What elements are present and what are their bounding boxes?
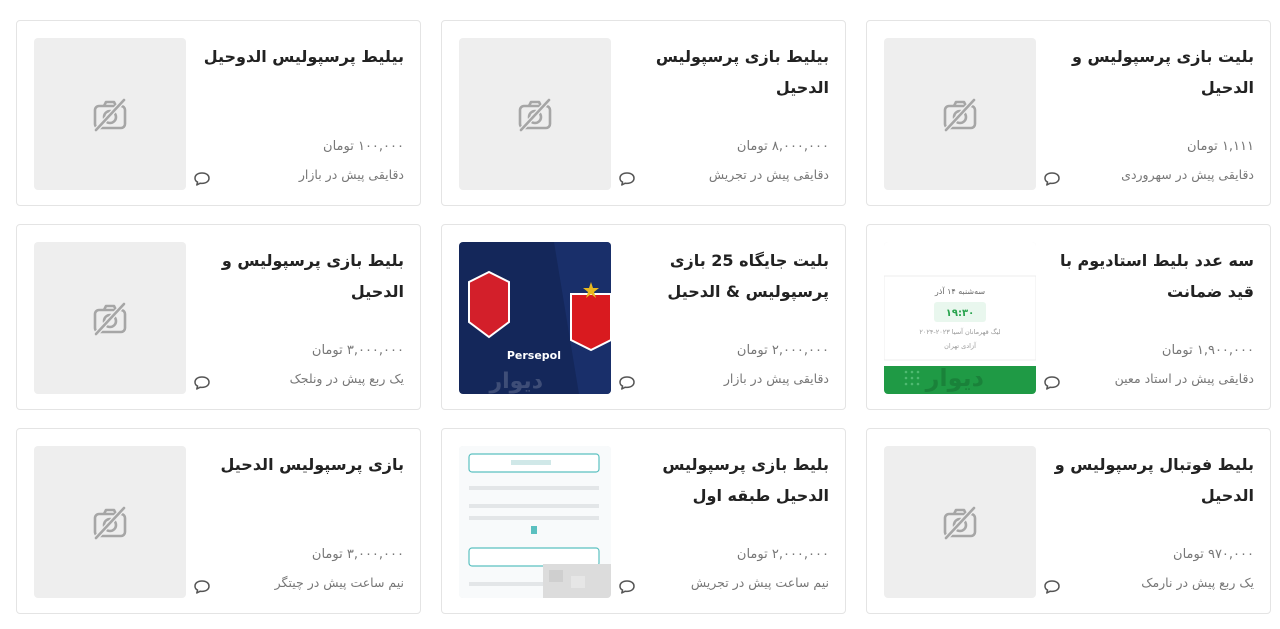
listing-thumbnail[interactable]: سه‌شنبه ۱۴ آذر ۱۹:۳۰ لیگ قهرمانان آسیا ۲۰۲…	[884, 242, 1036, 394]
listing-meta: دقایقی پیش در استاد معین	[1114, 371, 1254, 386]
listing-thumbnail[interactable]	[34, 38, 186, 190]
listing-meta: نیم ساعت پیش در تجریش	[690, 575, 829, 590]
teams-image: l DuhailPersepolدیوار	[459, 242, 611, 394]
ticket-time: ۱۹:۳۰	[946, 308, 974, 319]
listing-title[interactable]: بیلیط پرسپولیس الدوحیل	[194, 41, 404, 72]
form-screenshot-image	[459, 446, 611, 598]
watermark-text: دیوار	[488, 369, 543, 394]
listing-title[interactable]: بازی پرسپولیس الدحیل	[194, 449, 404, 480]
team-right-label: Persepol	[507, 349, 561, 362]
watermark-text: دیوار	[925, 364, 984, 392]
listing-title[interactable]: بلیط بازی پرسپولیس الدحیل طبقه اول	[619, 449, 829, 511]
listing-meta: دقایقی پیش در تجریش	[708, 167, 829, 182]
listing-title[interactable]: بلیط بازی پرسپولیس و الدحیل	[194, 245, 404, 307]
listing-meta: نیم ساعت پیش در چیتگر	[274, 575, 404, 590]
listing-title[interactable]: بلیط فوتبال پرسپولیس و الدحیل	[1044, 449, 1254, 511]
ticket-league: لیگ قهرمانان آسیا ۲۰۲۳-۲۰۲۴	[919, 327, 1000, 336]
listing-card-1[interactable]: بلیت بازی پرسپولیس و الدحیل ۱,۱۱۱ تومان …	[866, 20, 1271, 206]
listing-price: ۳,۰۰۰,۰۰۰ تومان	[311, 343, 404, 358]
listing-meta: دقایقی پیش در بازار	[723, 371, 829, 386]
listing-price: ۹۷۰,۰۰۰ تومان	[1173, 547, 1254, 562]
listing-title[interactable]: بلیت بازی پرسپولیس و الدحیل	[1044, 41, 1254, 103]
no-image-icon	[93, 302, 127, 336]
listing-meta: دقایقی پیش در سهروردی	[1121, 167, 1254, 182]
listing-card-7[interactable]: بلیط فوتبال پرسپولیس و الدحیل ۹۷۰,۰۰۰ تو…	[866, 428, 1271, 614]
listing-card-8[interactable]: بلیط بازی پرسپولیس الدحیل طبقه اول ۲,۰۰۰…	[441, 428, 846, 614]
listing-price: ۸,۰۰۰,۰۰۰ تومان	[736, 139, 829, 154]
listing-price: ۲,۰۰۰,۰۰۰ تومان	[736, 343, 829, 358]
listing-thumbnail[interactable]	[34, 242, 186, 394]
listing-thumbnail[interactable]	[459, 38, 611, 190]
listing-card-9[interactable]: بازی پرسپولیس الدحیل ۳,۰۰۰,۰۰۰ تومان نیم…	[16, 428, 421, 614]
chat-bubble-icon[interactable]	[618, 375, 636, 391]
listing-grid: بلیت بازی پرسپولیس و الدحیل ۱,۱۱۱ تومان …	[14, 20, 1271, 614]
no-image-icon	[943, 506, 977, 540]
listing-price: ۳,۰۰۰,۰۰۰ تومان	[311, 547, 404, 562]
listing-thumbnail[interactable]: l DuhailPersepolدیوار	[459, 242, 611, 394]
listing-price: ۱,۹۰۰,۰۰۰ تومان	[1161, 343, 1254, 358]
listing-title[interactable]: بلیت جایگاه 25 بازی پرسپولیس & الدحیل	[619, 245, 829, 307]
listing-price: ۱۰۰,۰۰۰ تومان	[323, 139, 404, 154]
chat-bubble-icon[interactable]	[1043, 579, 1061, 595]
no-image-icon	[93, 98, 127, 132]
ticket-day: سه‌شنبه ۱۴ آذر	[934, 286, 985, 296]
listing-meta: یک ربع پیش در نارمک	[1141, 575, 1254, 590]
listing-title[interactable]: سه عدد بلیط استادیوم با قید ضمانت	[1044, 245, 1254, 307]
no-image-icon	[518, 98, 552, 132]
listing-title[interactable]: بیلیط بازی پرسپولیس الدحیل	[619, 41, 829, 103]
listing-price: ۲,۰۰۰,۰۰۰ تومان	[736, 547, 829, 562]
chat-bubble-icon[interactable]	[193, 171, 211, 187]
listing-card-6[interactable]: بلیط بازی پرسپولیس و الدحیل ۳,۰۰۰,۰۰۰ تو…	[16, 224, 421, 410]
listing-thumbnail[interactable]	[884, 446, 1036, 598]
ticket-image: سه‌شنبه ۱۴ آذر ۱۹:۳۰ لیگ قهرمانان آسیا ۲۰۲…	[884, 242, 1036, 394]
chat-bubble-icon[interactable]	[193, 375, 211, 391]
no-image-icon	[93, 506, 127, 540]
listing-card-3[interactable]: بیلیط پرسپولیس الدوحیل ۱۰۰,۰۰۰ تومان دقا…	[16, 20, 421, 206]
chat-bubble-icon[interactable]	[1043, 375, 1061, 391]
listing-card-2[interactable]: بیلیط بازی پرسپولیس الدحیل ۸,۰۰۰,۰۰۰ توم…	[441, 20, 846, 206]
chat-bubble-icon[interactable]	[193, 579, 211, 595]
listing-thumbnail[interactable]	[34, 446, 186, 598]
ticket-stadium: آزادی تهران	[944, 341, 977, 350]
chat-bubble-icon[interactable]	[618, 579, 636, 595]
listing-card-5[interactable]: بلیت جایگاه 25 بازی پرسپولیس & الدحیل ۲,…	[441, 224, 846, 410]
listing-card-4[interactable]: سه عدد بلیط استادیوم با قید ضمانت ۱,۹۰۰,…	[866, 224, 1271, 410]
chat-bubble-icon[interactable]	[618, 171, 636, 187]
listing-price: ۱,۱۱۱ تومان	[1187, 139, 1254, 154]
no-image-icon	[943, 98, 977, 132]
listing-meta: دقایقی پیش در بازار	[298, 167, 404, 182]
chat-bubble-icon[interactable]	[1043, 171, 1061, 187]
listing-thumbnail[interactable]	[884, 38, 1036, 190]
listing-meta: یک ربع پیش در ونلجک	[289, 371, 404, 386]
listing-thumbnail[interactable]	[459, 446, 611, 598]
